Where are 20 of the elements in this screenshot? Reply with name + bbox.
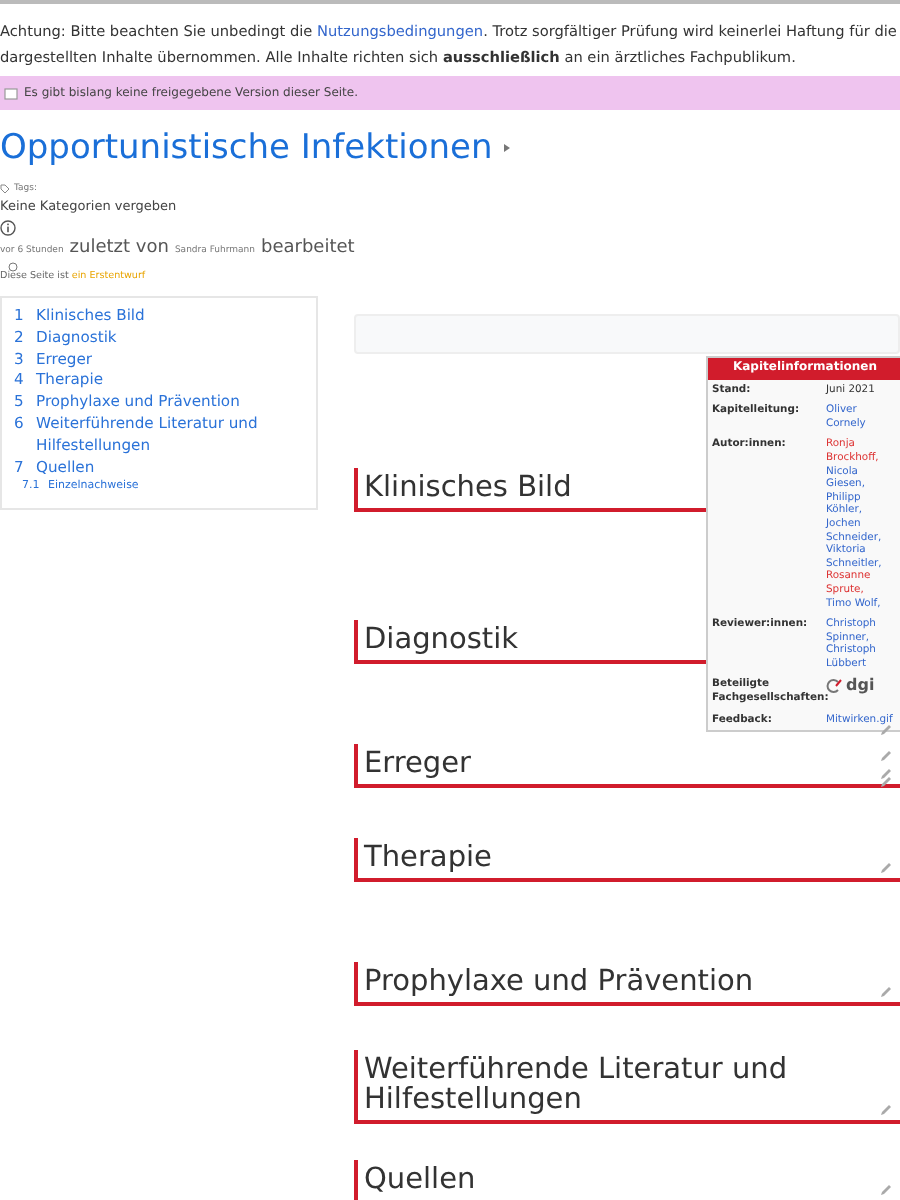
badge-icon (4, 87, 18, 99)
pencil-icon[interactable] (880, 1104, 892, 1116)
pencil-icon[interactable] (880, 724, 892, 736)
section-heading: Erreger (354, 744, 900, 788)
section-heading: Prophylaxe und Prävention (354, 962, 900, 1006)
edited-label: bearbeitet (260, 238, 355, 258)
pencil-icon[interactable] (880, 986, 892, 998)
caret-icon[interactable] (504, 144, 511, 152)
clock-icon (8, 262, 18, 272)
section-heading: Therapie (354, 838, 900, 882)
logo-icon (826, 678, 842, 695)
society-logo: dgi (846, 680, 875, 694)
pencil-icon[interactable] (880, 1184, 892, 1196)
section-heading: Quellen (354, 1160, 900, 1200)
pencil-icon[interactable] (880, 862, 892, 874)
page-title: Opportunistische Infektionen (0, 128, 493, 168)
info-icon (0, 220, 16, 236)
section-heading: Weiterführende Literatur und Hilfestellungen (354, 1050, 900, 1124)
tag-icon (0, 184, 10, 194)
edited-by-label: zuletzt von (69, 238, 169, 258)
